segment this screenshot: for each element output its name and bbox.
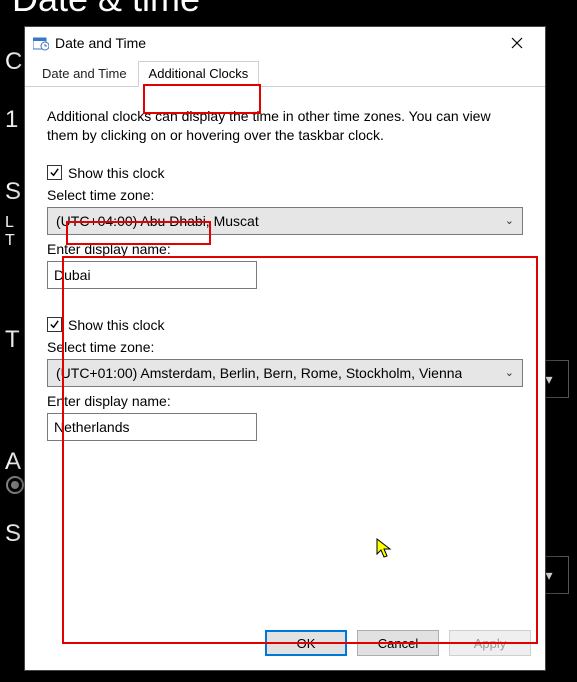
bg-text: T [5,232,15,250]
clock2-name-input[interactable]: Netherlands [47,413,257,441]
clock2-show-label: Show this clock [68,317,164,333]
cancel-button[interactable]: Cancel [357,630,439,656]
clock-1-block: Show this clock Select time zone: (UTC+0… [47,165,523,289]
ok-button[interactable]: OK [265,630,347,656]
bg-text: C [5,48,22,76]
apply-button[interactable]: Apply [449,630,531,656]
button-row: OK Cancel Apply [25,620,545,670]
bg-text: S [5,178,21,206]
chevron-down-icon: ⌄ [505,366,514,379]
clock1-tz-label: Select time zone: [47,187,523,203]
clock1-name-input[interactable]: Dubai [47,261,257,289]
clock1-tz-value: (UTC+04:00) Abu Dhabi, Muscat [56,213,259,229]
clock2-tz-value: (UTC+01:00) Amsterdam, Berlin, Bern, Rom… [56,365,462,381]
clock1-tz-select[interactable]: (UTC+04:00) Abu Dhabi, Muscat ⌄ [47,207,523,235]
clock2-tz-select[interactable]: (UTC+01:00) Amsterdam, Berlin, Bern, Rom… [47,359,523,387]
chevron-down-icon: ⌄ [505,214,514,227]
bg-page-title: Date & time [12,0,200,20]
close-icon [511,37,523,49]
bg-text: L [5,214,14,232]
bg-radio [6,476,24,494]
bg-text: S [5,520,21,548]
clock1-show-checkbox[interactable] [47,165,62,180]
clock1-show-label: Show this clock [68,165,164,181]
bg-text: 1 [5,106,18,134]
bg-text: T [5,326,20,354]
chevron-down-icon: ▾ [545,567,552,584]
chevron-down-icon: ▾ [545,371,552,388]
dialog-body: Additional clocks can display the time i… [25,87,545,620]
clock1-name-label: Enter display name: [47,241,523,257]
cursor-icon [376,538,394,560]
check-icon [49,167,60,178]
date-time-dialog: Date and Time Date and Time Additional C… [24,26,546,671]
clock2-name-label: Enter display name: [47,393,523,409]
clock-2-block: Show this clock Select time zone: (UTC+0… [47,317,523,441]
bg-text: A [5,448,21,476]
tab-date-and-time[interactable]: Date and Time [31,61,138,87]
check-icon [49,319,60,330]
date-time-icon [33,35,49,51]
clock2-name-value: Netherlands [54,419,130,435]
tab-strip: Date and Time Additional Clocks [25,59,545,87]
tab-additional-clocks[interactable]: Additional Clocks [138,61,260,87]
clock1-name-value: Dubai [54,267,91,283]
close-button[interactable] [497,29,537,57]
clock2-show-checkbox[interactable] [47,317,62,332]
dialog-title: Date and Time [55,35,497,51]
titlebar: Date and Time [25,27,545,59]
clock2-tz-label: Select time zone: [47,339,523,355]
intro-text: Additional clocks can display the time i… [47,107,523,145]
